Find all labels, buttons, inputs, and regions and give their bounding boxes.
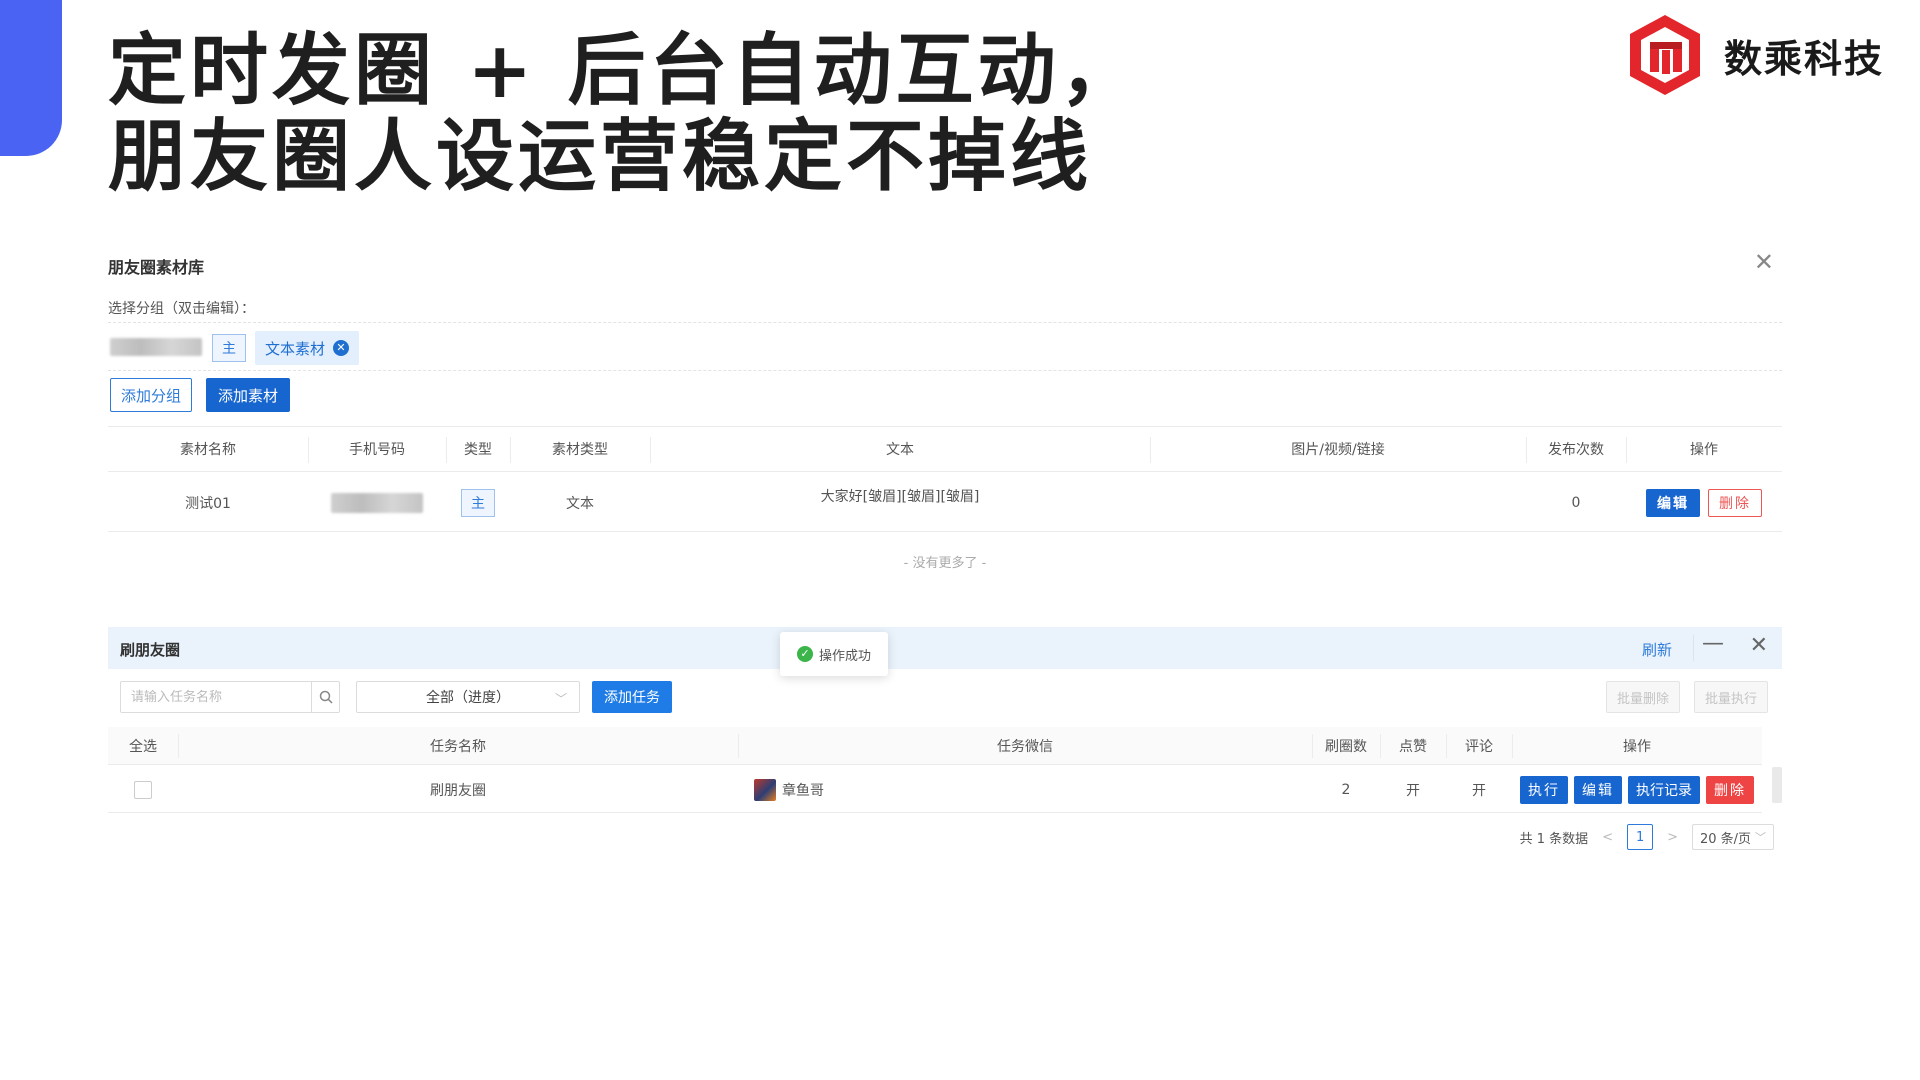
panel-title: 刷朋友圈 xyxy=(120,641,181,659)
material-text: 大家好[皱眉][皱眉][皱眉] xyxy=(820,489,980,505)
panel-header: 刷朋友圈 刷新 — ✕ xyxy=(108,627,1782,669)
type-tag: 主 xyxy=(461,488,495,517)
pagination: 共 1 条数据 < 1 > 20 条/页 ﹀ xyxy=(1520,823,1774,851)
task-name: 刷朋友圈 xyxy=(430,782,486,799)
chevron-left-icon[interactable]: < xyxy=(1602,830,1613,845)
divider xyxy=(108,322,1782,323)
group-tag-main[interactable]: 主 xyxy=(212,334,246,362)
select-value: 全部（进度） xyxy=(426,690,510,706)
divider xyxy=(108,370,1782,371)
column-header: 任务名称 xyxy=(430,738,486,755)
accent-bar xyxy=(0,0,62,156)
blurred-phone xyxy=(331,492,423,513)
task-search xyxy=(120,681,340,713)
column-header: 手机号码 xyxy=(349,442,405,458)
column-header: 类型 xyxy=(464,442,492,458)
row-select xyxy=(108,767,178,812)
group-label: 选择分组（双击编辑）： xyxy=(108,301,255,317)
brush-count: 2 xyxy=(1341,781,1351,798)
media-cell xyxy=(1150,474,1526,531)
table-header: 全选 任务名称 任务微信 刷圈数 点赞 评论 操作 xyxy=(108,727,1762,765)
actions-cell: 执行 编辑 执行记录 删除 xyxy=(1512,767,1762,812)
progress-filter-select[interactable]: 全部（进度） ﹀ xyxy=(356,681,580,713)
comment-status: 开 xyxy=(1472,782,1486,799)
page-size-select[interactable]: 20 条/页 ﹀ xyxy=(1692,824,1774,850)
batch-delete-button[interactable]: 批量删除 xyxy=(1605,681,1680,713)
column-header: 任务微信 xyxy=(997,738,1053,755)
headline-line-1: 定时发圈 + 后台自动互动， xyxy=(108,25,1142,116)
brand-name: 数乘科技 xyxy=(1723,36,1884,81)
task-wechat: 章鱼哥 xyxy=(738,767,1312,812)
phone-number xyxy=(308,474,446,531)
chevron-right-icon[interactable]: > xyxy=(1667,830,1678,845)
headline-line-2: 朋友圈人设运营稳定不掉线 xyxy=(108,111,1093,202)
task-panel: 刷朋友圈 刷新 — ✕ 全部（进度） ﹀ 添加任务 批量删除 批量执行 全选 任… xyxy=(108,627,1782,867)
material-type: 文本 xyxy=(566,495,594,512)
column-header: 点赞 xyxy=(1399,738,1427,755)
headline: 定时发圈 + 后台自动互动， 朋友圈人设运营稳定不掉线 xyxy=(108,28,1142,200)
close-icon[interactable]: ✕ xyxy=(1754,250,1774,274)
blurred-group-name[interactable] xyxy=(110,338,202,356)
chevron-down-icon: ﹀ xyxy=(1755,831,1767,844)
column-header: 素材类型 xyxy=(552,442,608,458)
row-checkbox[interactable] xyxy=(134,780,152,799)
edit-button[interactable]: 编辑 xyxy=(1646,488,1700,517)
material-chip[interactable]: 文本素材 ✕ xyxy=(255,331,360,365)
select-all[interactable]: 全选 xyxy=(108,727,178,764)
delete-button[interactable]: 删除 xyxy=(1708,488,1762,517)
publish-count: 0 xyxy=(1571,494,1581,511)
total-count: 共 1 条数据 xyxy=(1519,831,1589,847)
close-icon[interactable]: ✕ xyxy=(1750,633,1768,658)
page-number[interactable]: 1 xyxy=(1627,824,1654,850)
search-icon[interactable] xyxy=(311,682,339,712)
refresh-button[interactable]: 刷新 xyxy=(1642,639,1672,660)
minimize-icon[interactable]: — xyxy=(1702,631,1724,656)
column-header: 图片/视频/链接 xyxy=(1291,442,1385,458)
chip-label: 文本素材 xyxy=(265,339,326,358)
brand-logo-icon xyxy=(1629,15,1700,95)
divider xyxy=(1693,635,1694,661)
scrollbar[interactable] xyxy=(1772,767,1782,803)
avatar xyxy=(754,778,776,801)
edit-button[interactable]: 编辑 xyxy=(1574,775,1622,804)
column-header: 刷圈数 xyxy=(1325,738,1367,755)
add-material-button[interactable]: 添加素材 xyxy=(206,378,291,412)
execute-button[interactable]: 执行 xyxy=(1520,775,1568,804)
column-header: 发布次数 xyxy=(1548,442,1604,458)
column-header: 操作 xyxy=(1690,442,1718,458)
close-icon[interactable]: ✕ xyxy=(333,340,350,356)
success-toast: ✓ 操作成功 xyxy=(780,632,888,676)
table-header: 素材名称 手机号码 类型 素材类型 文本 图片/视频/链接 发布次数 操作 xyxy=(108,426,1782,472)
chevron-down-icon: ﹀ xyxy=(554,692,567,706)
column-header: 评论 xyxy=(1465,738,1493,755)
column-header: 素材名称 xyxy=(180,442,236,458)
no-more-text: - 没有更多了 - xyxy=(903,556,987,571)
actions-cell: 编辑 删除 xyxy=(1626,474,1782,531)
search-input[interactable] xyxy=(121,682,301,712)
brand: 数乘科技 xyxy=(1626,12,1884,98)
page-size-value: 20 条/页 xyxy=(1699,831,1752,847)
add-group-button[interactable]: 添加分组 xyxy=(110,378,193,412)
check-icon: ✓ xyxy=(796,646,813,662)
toast-text: 操作成功 xyxy=(818,648,871,664)
column-header: 操作 xyxy=(1623,738,1651,755)
column-header: 文本 xyxy=(886,442,914,458)
wechat-name: 章鱼哥 xyxy=(782,782,824,799)
delete-button[interactable]: 删除 xyxy=(1706,775,1754,804)
batch-execute-button[interactable]: 批量执行 xyxy=(1693,681,1768,713)
type-cell: 主 xyxy=(446,474,510,531)
table-row: 测试01 主 文本 大家好[皱眉][皱眉][皱眉] 0 编辑 删除 xyxy=(108,474,1782,532)
like-status: 开 xyxy=(1406,782,1420,799)
add-task-button[interactable]: 添加任务 xyxy=(592,681,672,713)
material-library-panel: 朋友圈素材库 ✕ 选择分组（双击编辑）： 主 文本素材 ✕ 添加分组 添加素材 … xyxy=(98,238,1792,578)
table-row: 刷朋友圈 章鱼哥 2 开 开 执行 编辑 执行记录 删除 xyxy=(108,767,1762,813)
material-name: 测试01 xyxy=(185,495,231,512)
execution-log-button[interactable]: 执行记录 xyxy=(1628,775,1700,804)
panel-title: 朋友圈素材库 xyxy=(108,258,205,277)
